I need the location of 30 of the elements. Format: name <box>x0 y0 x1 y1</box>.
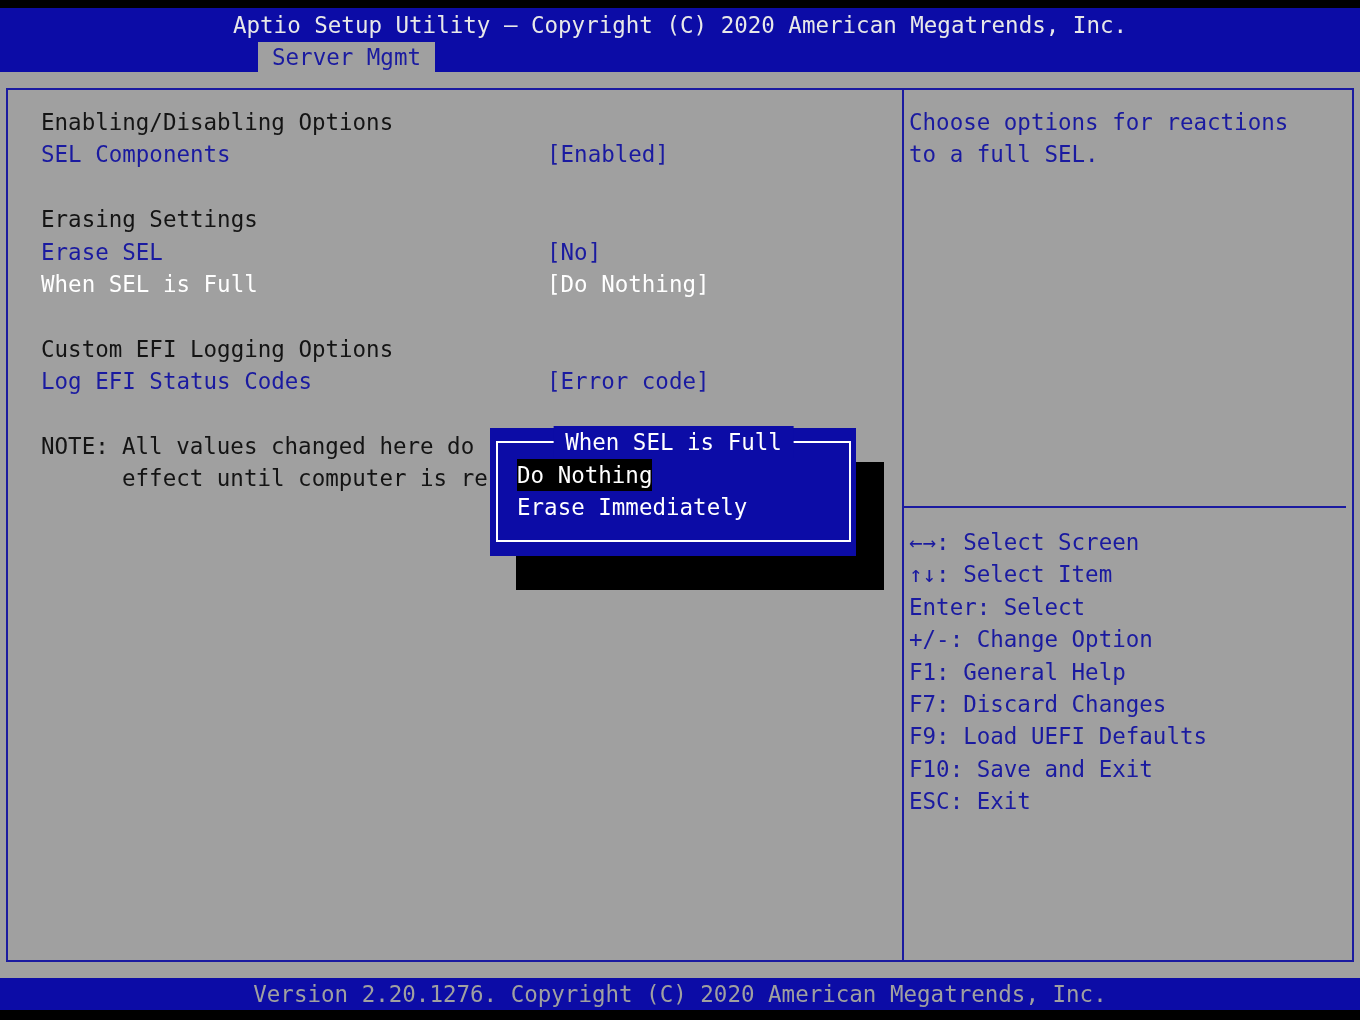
key-hint: F10: Save and Exit <box>909 754 1153 784</box>
setting-value[interactable]: [Error code] <box>547 365 710 398</box>
section-heading: Custom EFI Logging Options <box>41 334 394 364</box>
popup-option[interactable]: Erase Immediately <box>517 491 748 524</box>
setting-label[interactable]: SEL Components <box>41 138 231 171</box>
setting-value[interactable]: [No] <box>547 235 602 268</box>
section-heading: Erasing Settings <box>41 205 258 235</box>
help-text: to a full SEL. <box>909 140 1099 170</box>
key-hint: +/-: Change Option <box>909 625 1153 655</box>
setting-value[interactable]: [Enabled] <box>547 138 669 171</box>
key-hint: F7: Discard Changes <box>909 690 1167 720</box>
note-text: All values changed here do <box>122 432 475 461</box>
key-hint: Enter: Select <box>909 592 1086 622</box>
window-title: Aptio Setup Utility – Copyright (C) 2020 American Megatrends, Inc. <box>232 11 1127 40</box>
key-hint: ←→: Select Screen <box>909 528 1140 557</box>
key-hint: F9: Load UEFI Defaults <box>909 722 1207 752</box>
setting-label[interactable]: When SEL is Full <box>41 268 258 301</box>
key-hint: ESC: Exit <box>909 787 1031 817</box>
note-label: NOTE: <box>41 432 109 461</box>
key-hint: ↑↓: Select Item <box>909 560 1113 590</box>
version-text: Version 2.20.1276. Copyright (C) 2020 American Megatrends, Inc. <box>253 979 1107 1009</box>
help-text: Choose options for reactions <box>909 108 1289 137</box>
popup-option[interactable]: Do Nothing <box>517 459 653 492</box>
note-text: effect until computer is re <box>122 464 488 494</box>
setting-label[interactable]: Log EFI Status Codes <box>41 365 312 398</box>
key-hint: F1: General Help <box>909 657 1126 687</box>
section-heading: Enabling/Disabling Options <box>41 108 394 137</box>
setting-label[interactable]: Erase SEL <box>41 235 163 268</box>
setting-value[interactable]: [Do Nothing] <box>547 268 710 301</box>
menu-tab[interactable]: Server Mgmt <box>258 42 435 72</box>
